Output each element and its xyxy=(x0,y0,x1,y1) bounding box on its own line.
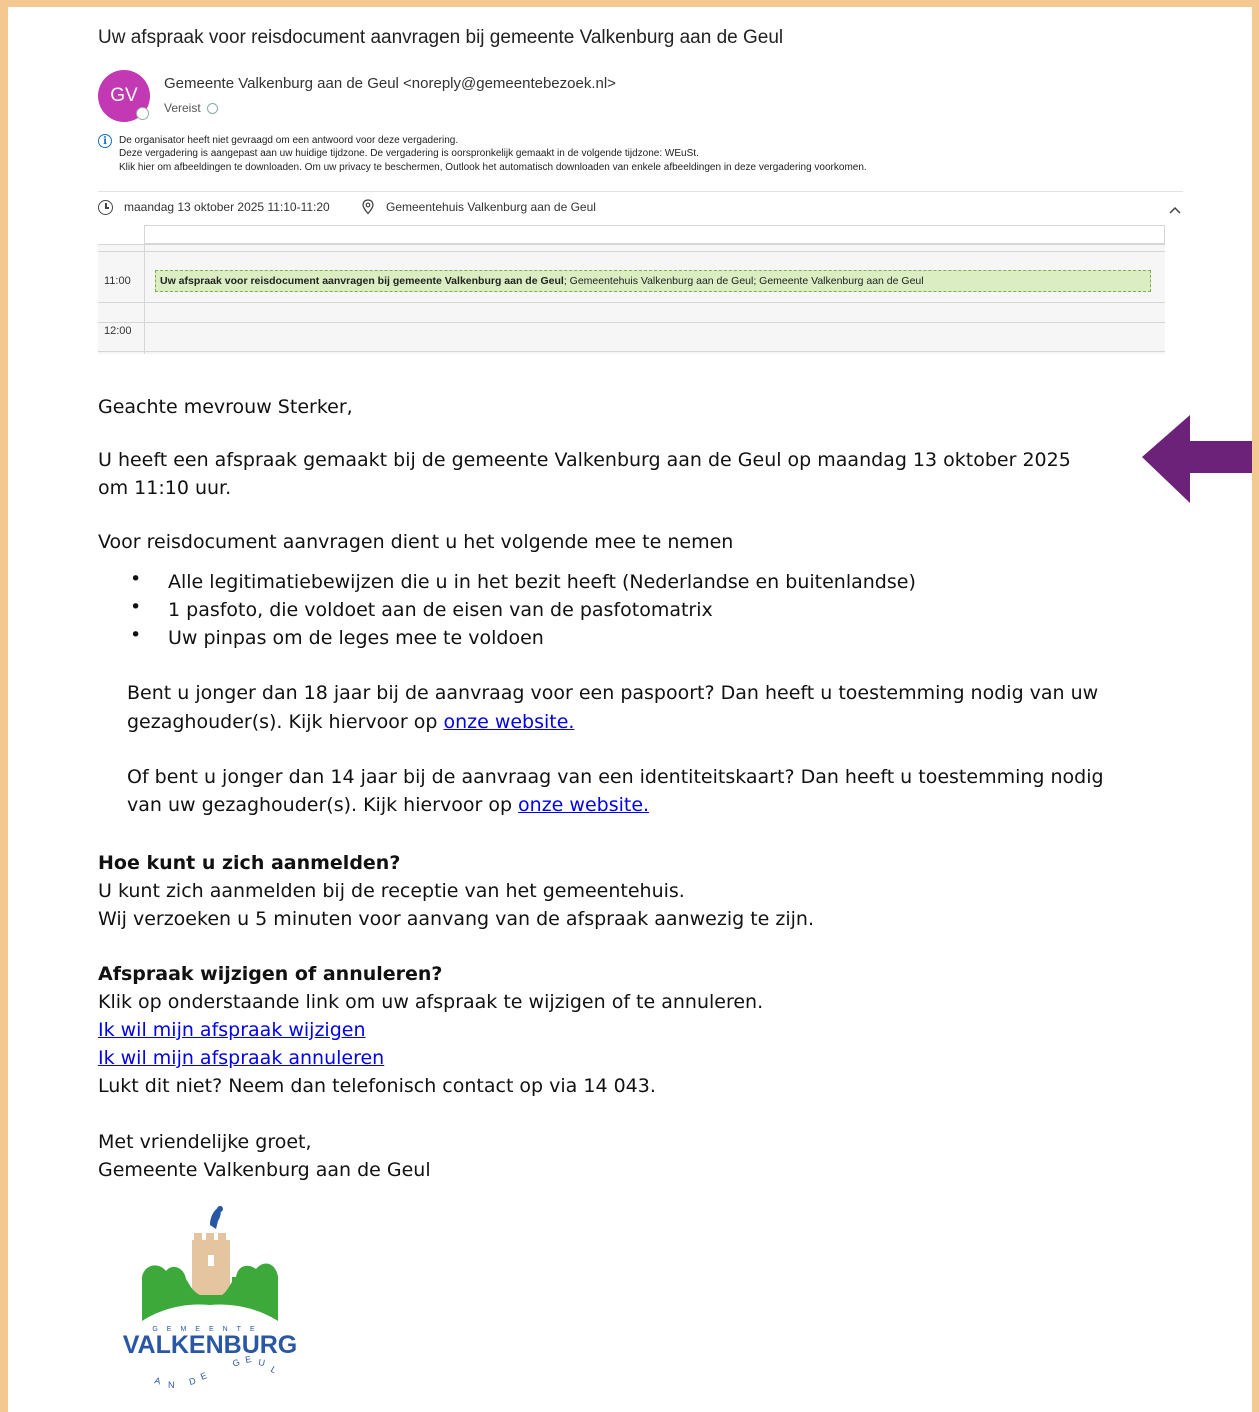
response-status-icon xyxy=(206,102,218,114)
clock-icon xyxy=(98,200,113,215)
event-title: Uw afspraak voor reisdocument aanvragen … xyxy=(160,275,564,287)
website-link[interactable]: onze website. xyxy=(518,794,649,816)
header-divider xyxy=(98,191,1183,192)
info-line-no-response: De organisator heeft niet gevraagd om ee… xyxy=(119,135,459,146)
chevron-up-icon[interactable] xyxy=(1168,205,1182,215)
meeting-location: Gemeentehuis Valkenburg aan de Geul xyxy=(386,200,596,214)
meeting-time: maandag 13 oktober 2025 11:10-11:20 xyxy=(124,200,330,214)
closing: Met vriendelijke groet, xyxy=(98,1131,312,1153)
under18-text: gezaghouder(s). Kijk hiervoor op onze we… xyxy=(127,711,575,733)
appointment-line: U heeft een afspraak gemaakt bij de geme… xyxy=(98,449,1071,471)
list-item: Alle legitimatiebewijzen die u in het be… xyxy=(168,571,916,593)
svg-text:VALKENBURG: VALKENBURG xyxy=(123,1331,298,1359)
bring-intro: Voor reisdocument aanvragen dient u het … xyxy=(98,531,734,553)
svg-text:L: L xyxy=(269,1364,278,1375)
location-pin-icon xyxy=(362,199,374,215)
svg-text:N: N xyxy=(168,1380,175,1390)
info-line-timezone: Deze vergadering is aangepast aan uw hui… xyxy=(119,148,699,159)
avatar-initials: GV xyxy=(110,85,138,106)
svg-text:E: E xyxy=(199,1370,208,1382)
svg-text:D: D xyxy=(188,1376,197,1387)
signature: Gemeente Valkenburg aan de Geul xyxy=(98,1159,431,1181)
time-slot-label: 12:00 xyxy=(104,325,132,337)
calendar-allday-row xyxy=(144,225,1165,244)
under18-text: Bent u jonger dan 18 jaar bij de aanvraa… xyxy=(127,682,1099,704)
email-window: Uw afspraak voor reisdocument aanvragen … xyxy=(8,7,1252,1412)
list-item: 1 pasfoto, die voldoet aan de eisen van … xyxy=(168,599,713,621)
attendance-required: Vereist xyxy=(164,101,218,115)
bullet-icon: • xyxy=(130,596,142,618)
bullet-icon: • xyxy=(130,568,142,590)
time-slot-label: 11:00 xyxy=(104,275,131,287)
sender-address[interactable]: Gemeente Valkenburg aan de Geul <noreply… xyxy=(164,75,616,92)
annotation-arrow-icon xyxy=(1142,415,1252,503)
signin-heading: Hoe kunt u zich aanmelden? xyxy=(98,852,401,874)
event-details: ; Gemeentehuis Valkenburg aan de Geul; G… xyxy=(563,275,924,287)
svg-text:A: A xyxy=(154,1375,162,1386)
valkenburg-logo: GEMEENTE VALKENBURG A N D E G E U L xyxy=(123,1206,298,1390)
svg-text:U: U xyxy=(258,1357,266,1368)
bullet-icon: • xyxy=(130,624,142,646)
calendar-event[interactable]: Uw afspraak voor reisdocument aanvragen … xyxy=(155,270,1151,292)
info-icon: i xyxy=(98,134,112,148)
greeting: Geachte mevrouw Sterker, xyxy=(98,396,353,418)
change-text: Klik op onderstaande link om uw afspraak… xyxy=(98,991,764,1013)
signin-text: U kunt zich aanmelden bij de receptie va… xyxy=(98,880,685,902)
list-item: Uw pinpas om de leges mee te voldoen xyxy=(168,627,544,649)
signin-text: Wij verzoeken u 5 minuten voor aanvang v… xyxy=(98,908,814,930)
cancel-appointment-link[interactable]: Ik wil mijn afspraak annuleren xyxy=(98,1044,384,1072)
under14-text: Of bent u jonger dan 14 jaar bij de aanv… xyxy=(127,766,1104,788)
change-heading: Afspraak wijzigen of annuleren? xyxy=(98,963,443,985)
calendar-preview: 11:00 12:00 Uw afspraak voor reisdocumen… xyxy=(98,225,1165,354)
email-subject: Uw afspraak voor reisdocument aanvragen … xyxy=(98,27,784,48)
presence-status-icon xyxy=(136,107,149,120)
under14-text: van uw gezaghouder(s). Kijk hiervoor op … xyxy=(127,794,650,816)
phone-text: Lukt dit niet? Neem dan telefonisch cont… xyxy=(98,1075,656,1097)
required-label: Vereist xyxy=(164,101,201,115)
download-images-link[interactable]: Klik hier om afbeeldingen te downloaden.… xyxy=(119,162,867,174)
website-link[interactable]: onze website. xyxy=(443,711,574,733)
calendar-grid xyxy=(98,244,1165,354)
appointment-line: om 11:10 uur. xyxy=(98,477,232,499)
change-appointment-link[interactable]: Ik wil mijn afspraak wijzigen xyxy=(98,1016,366,1044)
